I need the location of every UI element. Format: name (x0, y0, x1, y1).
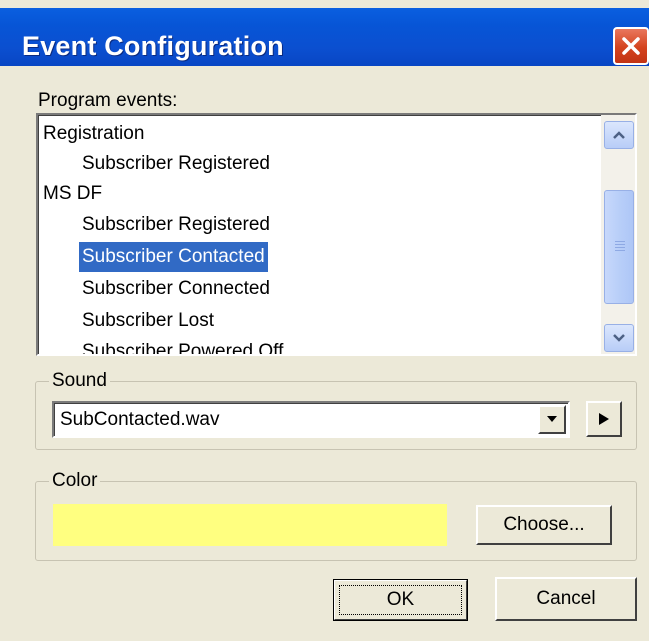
event-item[interactable]: Subscriber Registered (82, 149, 270, 179)
event-item[interactable]: Subscriber Connected (82, 274, 270, 304)
focus-rect (339, 585, 462, 615)
scroll-thumb[interactable] (604, 190, 634, 304)
event-group-item[interactable]: MS DF (43, 179, 102, 209)
dropdown-arrow-icon (547, 416, 557, 422)
ok-button[interactable]: OK (333, 579, 468, 621)
window-title: Event Configuration (22, 31, 284, 61)
event-item[interactable]: Subscriber Powered Off (82, 337, 283, 354)
event-item[interactable]: Subscriber Contacted (79, 242, 268, 272)
scroll-up-button[interactable] (604, 121, 634, 149)
chevron-down-icon (613, 334, 625, 342)
program-events-list[interactable]: Registration Subscriber Registered MS DF Su… (36, 113, 637, 356)
event-item[interactable]: Subscriber Lost (82, 306, 214, 336)
color-swatch (53, 504, 447, 546)
title-bar: Event Configuration (0, 8, 649, 66)
scroll-down-button[interactable] (604, 324, 634, 352)
choose-color-button[interactable]: Choose... (476, 505, 612, 545)
cancel-label: Cancel (536, 588, 596, 609)
sound-select[interactable]: SubContacted.wav (52, 401, 570, 438)
sound-select-value: SubContacted.wav (60, 409, 220, 430)
thumb-grip (615, 241, 625, 242)
close-button[interactable] (613, 27, 649, 65)
event-item[interactable]: Subscriber Registered (82, 210, 270, 240)
play-icon (599, 413, 609, 425)
cancel-button[interactable]: Cancel (495, 577, 637, 621)
play-sound-button[interactable] (586, 401, 622, 437)
program-events-label: Program events: (38, 90, 178, 111)
event-group-item[interactable]: Registration (43, 119, 144, 149)
close-icon (622, 37, 640, 55)
chevron-up-icon (613, 131, 625, 139)
sound-group-label: Sound (49, 370, 110, 392)
sound-dropdown-button[interactable] (538, 405, 566, 434)
vertical-scrollbar[interactable] (601, 115, 635, 354)
color-group-label: Color (49, 470, 101, 492)
choose-color-label: Choose... (503, 514, 585, 535)
